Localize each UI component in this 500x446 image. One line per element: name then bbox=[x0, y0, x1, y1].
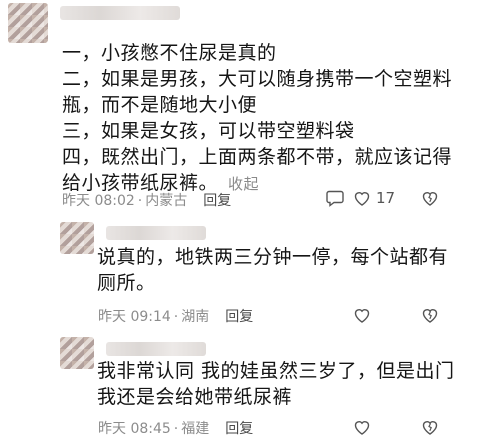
comment-line: 我还是会给她带纸尿裤 bbox=[97, 386, 293, 408]
reply-button[interactable]: 回复 bbox=[225, 421, 253, 437]
comment-line: 说真的，地铁两三分钟一停，每个站都有 bbox=[97, 246, 449, 268]
dislike-icon[interactable] bbox=[420, 305, 440, 325]
comment-meta: 昨天 09:14 · 湖南 回复 bbox=[98, 306, 253, 326]
dot-separator: · bbox=[173, 421, 179, 437]
comment-time: 昨天 08:02 bbox=[62, 193, 135, 209]
like-count: 17 bbox=[376, 189, 396, 207]
comment-line: 我非常认同 我的娃虽然三岁了，但是出门 bbox=[97, 360, 455, 382]
dislike-icon[interactable] bbox=[420, 417, 440, 437]
like-icon[interactable] bbox=[352, 188, 372, 208]
comment-text: 我非常认同 我的娃虽然三岁了，但是出门 我还是会给她带纸尿裤 bbox=[97, 358, 455, 410]
comment-line: 四，既然出门，上面两条都不带，就应该记得 bbox=[62, 146, 453, 168]
comment-line: 一，小孩憋不住尿是真的 bbox=[62, 42, 277, 64]
dislike-icon[interactable] bbox=[420, 188, 440, 208]
avatar[interactable] bbox=[8, 3, 48, 43]
dot-separator: · bbox=[173, 309, 179, 325]
username-blurred[interactable] bbox=[106, 226, 206, 240]
comment-line: 二，如果是男孩，大可以随身携带一个空塑料 bbox=[62, 68, 453, 90]
avatar[interactable] bbox=[60, 337, 94, 369]
comment-time: 昨天 09:14 bbox=[98, 309, 171, 325]
reply-button[interactable]: 回复 bbox=[225, 309, 253, 325]
avatar[interactable] bbox=[60, 222, 94, 254]
comment-location: 湖南 bbox=[181, 309, 210, 325]
comment-icon[interactable] bbox=[325, 188, 345, 208]
like-icon[interactable] bbox=[352, 305, 372, 325]
comment-line: 瓶，而不是随地大小便 bbox=[62, 94, 258, 116]
comment-line: 厕所。 bbox=[97, 272, 156, 294]
comment-location: 内蒙古 bbox=[145, 193, 188, 209]
comment-text: 说真的，地铁两三分钟一停，每个站都有 厕所。 bbox=[97, 244, 448, 296]
username-blurred[interactable] bbox=[106, 342, 206, 356]
comment-location: 福建 bbox=[181, 421, 210, 437]
comment-text: 一，小孩憋不住尿是真的 二，如果是男孩，大可以随身携带一个空塑料 瓶，而不是随地… bbox=[62, 40, 452, 197]
collapse-link[interactable]: 收起 bbox=[228, 175, 259, 193]
comment-meta: 昨天 08:02 · 内蒙古 回复 bbox=[62, 190, 231, 210]
reply-button[interactable]: 回复 bbox=[203, 193, 231, 209]
comment-meta: 昨天 08:45 · 福建 回复 bbox=[98, 418, 253, 438]
dot-separator: · bbox=[137, 193, 143, 209]
comment-line: 三，如果是女孩，可以带空塑料袋 bbox=[62, 120, 355, 142]
comment-time: 昨天 08:45 bbox=[98, 421, 171, 437]
like-icon[interactable] bbox=[352, 417, 372, 437]
username-blurred[interactable] bbox=[60, 6, 180, 20]
